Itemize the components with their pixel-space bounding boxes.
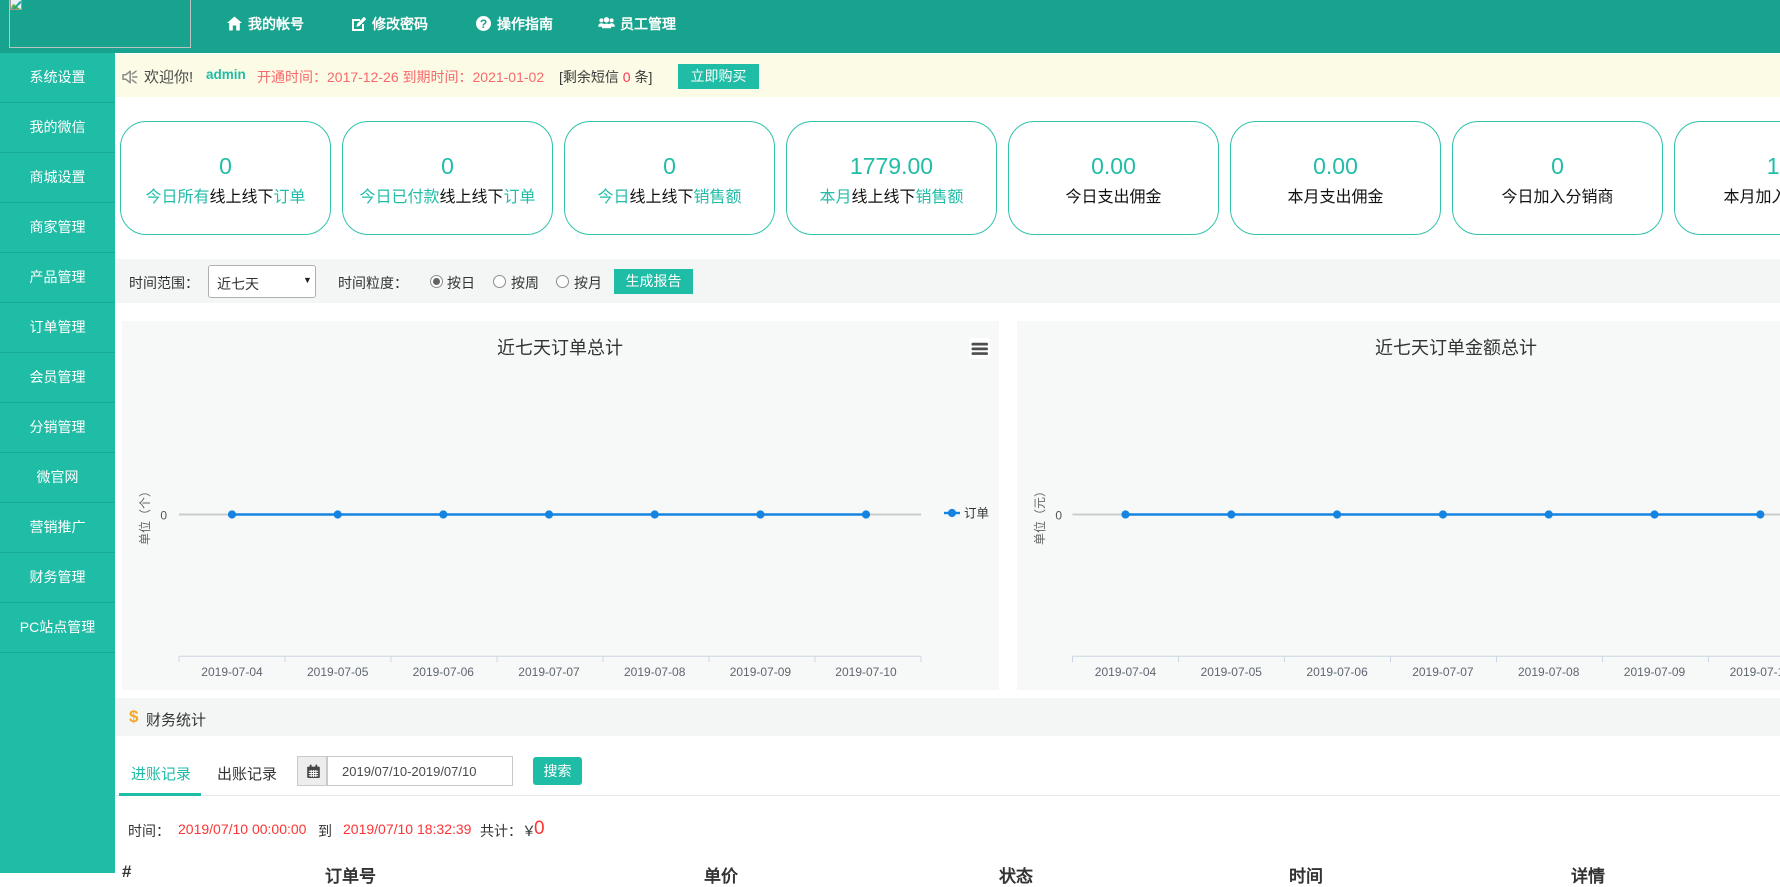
svg-text:2019-07-09: 2019-07-09	[1624, 665, 1686, 679]
svg-text:0: 0	[160, 509, 167, 523]
svg-text:单位（个）: 单位（个）	[137, 485, 152, 545]
svg-text:2019-07-06: 2019-07-06	[413, 665, 475, 679]
svg-text:订单: 订单	[964, 507, 989, 521]
svg-text:2019-07-04: 2019-07-04	[1095, 665, 1157, 679]
svg-text:2019-07-08: 2019-07-08	[1518, 665, 1580, 679]
svg-text:2019-07-06: 2019-07-06	[1306, 665, 1368, 679]
svg-text:近七天订单金额总计: 近七天订单金额总计	[1375, 338, 1537, 358]
svg-text:2019-07-05: 2019-07-05	[1201, 665, 1263, 679]
svg-text:2019-07-09: 2019-07-09	[730, 665, 792, 679]
svg-text:0: 0	[1055, 509, 1062, 523]
svg-text:单位（元）: 单位（元）	[1032, 485, 1047, 545]
svg-text:2019-07-10: 2019-07-10	[1730, 665, 1780, 679]
svg-text:?: ?	[480, 17, 487, 31]
svg-text:2019-07-08: 2019-07-08	[624, 665, 686, 679]
svg-text:2019-07-07: 2019-07-07	[518, 665, 580, 679]
svg-text:2019-07-10: 2019-07-10	[835, 665, 897, 679]
svg-text:2019-07-05: 2019-07-05	[307, 665, 369, 679]
svg-text:2019-07-04: 2019-07-04	[201, 665, 263, 679]
svg-text:2019-07-07: 2019-07-07	[1412, 665, 1474, 679]
svg-text:近七天订单总计: 近七天订单总计	[497, 338, 623, 358]
